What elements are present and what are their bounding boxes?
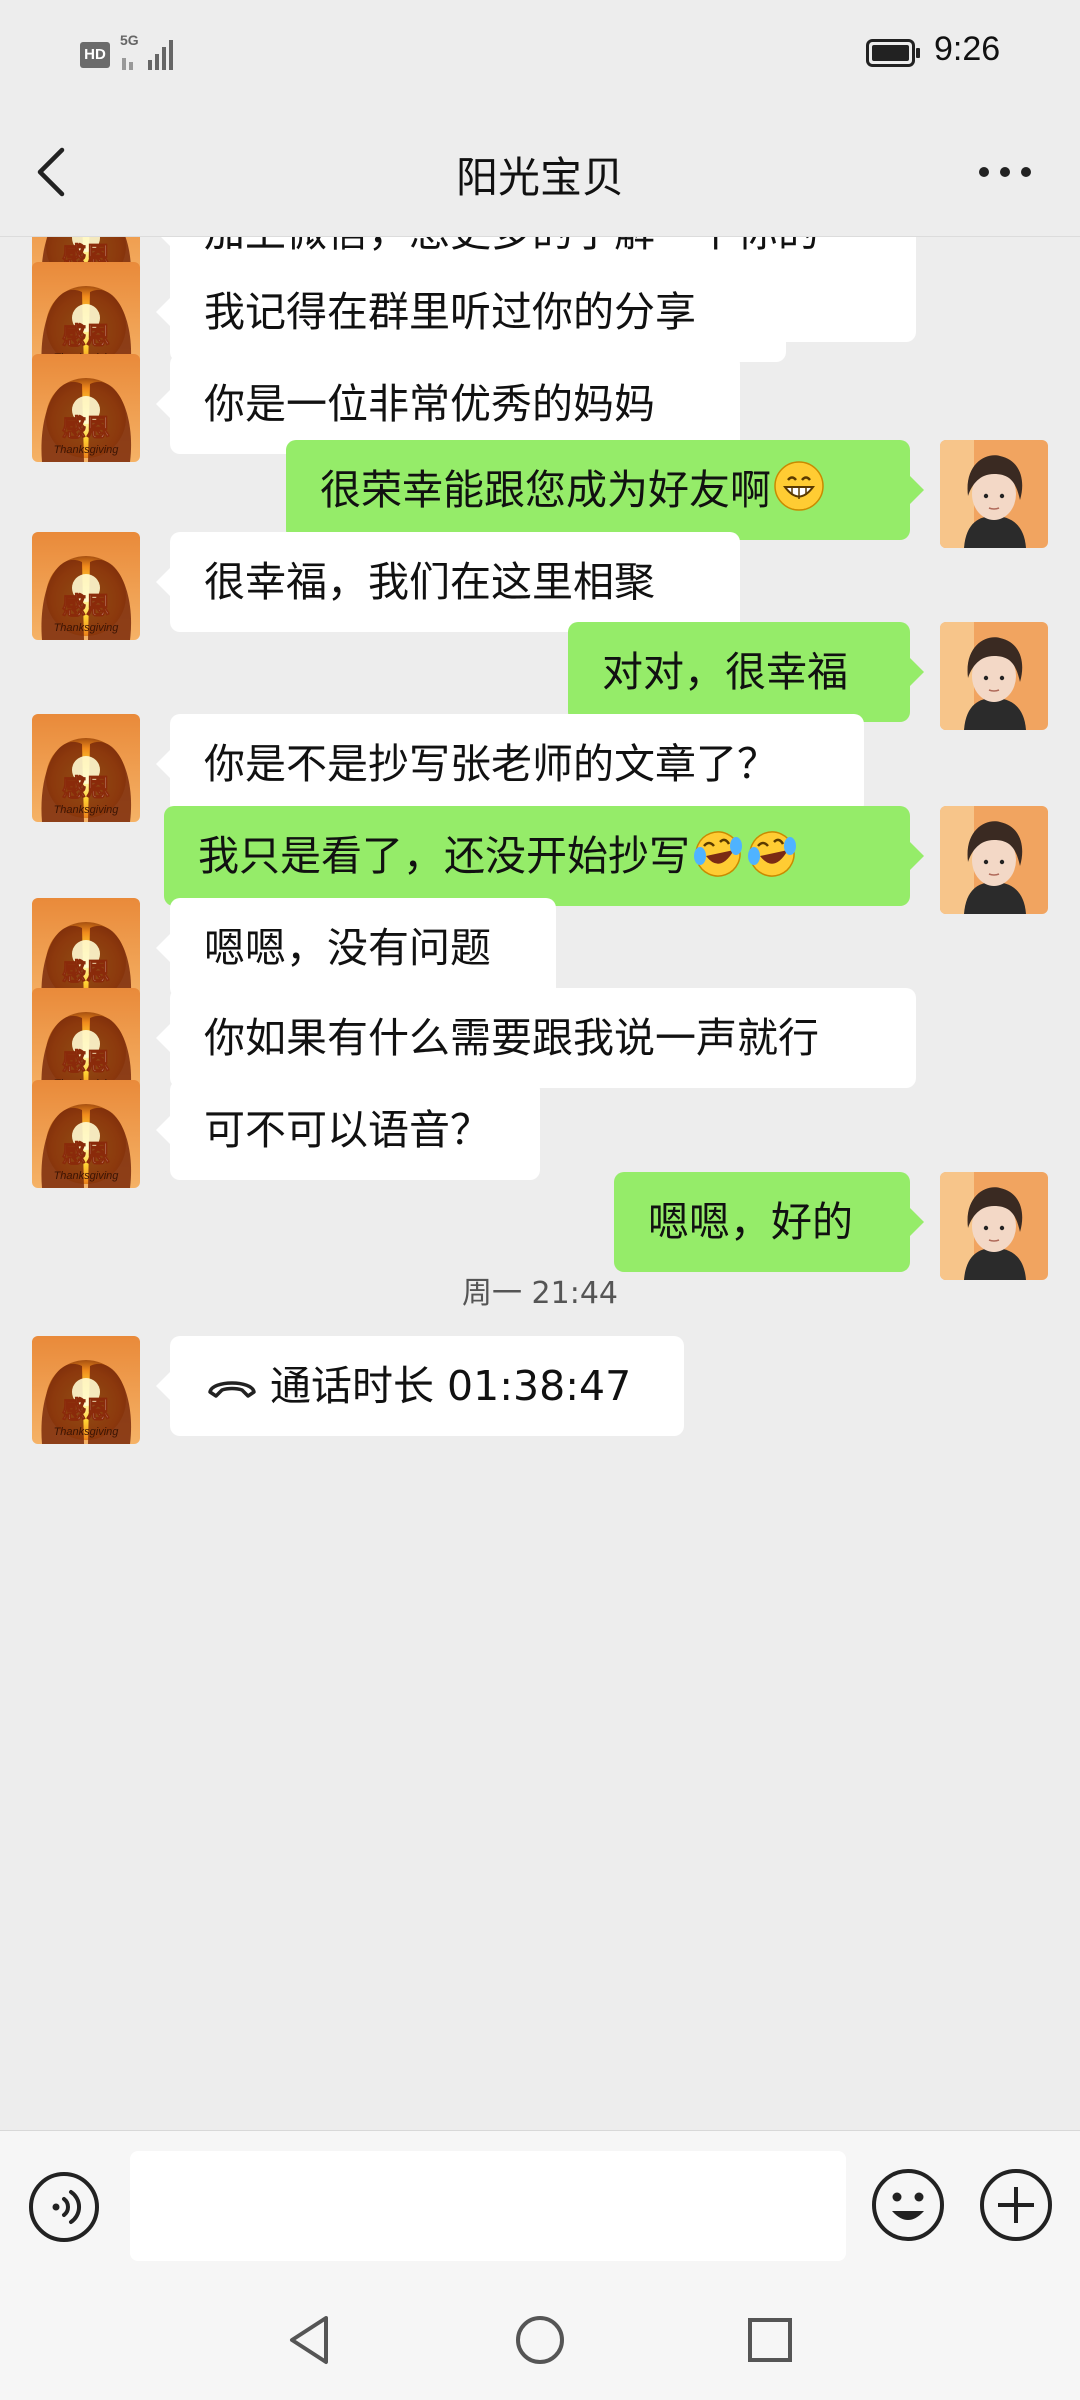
timestamp-divider: 周一 21:44 [462,1276,618,1311]
message-bubble[interactable]: 你是一位非常优秀的妈妈 [156,354,740,454]
status-bar: HD 5G 9:26 [0,0,1080,108]
message-bubble[interactable]: 对对，很幸福 [568,622,924,722]
chat-title: 阳光宝贝 [455,153,624,202]
phone-call-icon [208,1381,256,1398]
message-text: 我只是看了，还没开始抄写 [198,832,690,880]
call-duration-text: 通话时长 01:38:47 [270,1362,632,1410]
nav-back-icon[interactable] [280,2310,340,2370]
avatar-caption: 感恩 [62,1396,110,1424]
message-text: 你是不是抄写张老师的文章了？ [204,740,778,788]
avatar-caption: 感恩 [62,592,110,620]
contact-avatar[interactable]: 感恩 Thanksgiving [32,1336,140,1444]
message-text: 你是一位非常优秀的妈妈 [204,380,655,428]
voice-input-icon[interactable] [28,2171,100,2243]
message-bubble[interactable]: 嗯嗯，好的 [614,1172,924,1272]
message-bubble[interactable]: 我只是看了，还没开始抄写 [164,806,924,906]
message-text: 嗯嗯，好的 [648,1198,853,1246]
laughing-tears-emoji-icon [748,831,796,877]
avatar-subcaption: Thanksgiving [54,1426,120,1438]
avatar-caption: 感恩 [62,958,110,986]
plus-icon[interactable] [978,2167,1054,2243]
emoji-icon[interactable] [870,2167,946,2243]
message-bubble[interactable]: 很荣幸能跟您成为好友啊 [286,440,924,540]
grinning-emoji-icon [774,461,824,511]
nav-recent-apps-icon[interactable] [740,2310,800,2370]
message-text: 很荣幸能跟您成为好友啊 [320,466,771,514]
self-avatar[interactable] [940,1172,1048,1280]
message-text: 很幸福，我们在这里相聚 [204,558,655,606]
nav-home-icon[interactable] [510,2310,570,2370]
avatar-caption: 感恩 [62,774,110,802]
incoming-message: 感恩 Thanksgiving 通话时长 01:38:47 [0,1336,1080,1444]
more-options-icon[interactable] [970,136,1040,206]
message-bubble[interactable]: 很幸福，我们在这里相聚 [156,532,740,632]
hd-badge: HD [80,42,110,68]
signal-strength-icon [122,40,173,70]
call-record-bubble[interactable]: 通话时长 01:38:47 [156,1336,684,1436]
avatar-caption: 感恩 [62,1048,110,1076]
battery-icon [866,39,920,67]
avatar-caption: 感恩 [62,1140,110,1168]
message-bubble[interactable]: 你是不是抄写张老师的文章了？ [156,714,864,814]
message-text: 嗯嗯，没有问题 [204,924,491,972]
chat-header: 阳光宝贝 [0,108,1080,237]
message-text: 对对，很幸福 [602,648,848,696]
message-text: 可不可以语音？ [204,1106,491,1154]
avatar-caption: 感恩 [62,322,110,350]
message-bubble[interactable]: 你如果有什么需要跟我说一声就行 [156,988,916,1088]
message-list[interactable]: 感恩Thanksgiving加上微信，想更多的了解一下你的 情况感恩Thanks… [0,236,1080,2130]
laughing-tears-emoji-icon [694,831,742,877]
system-nav-bar [0,2280,1080,2400]
message-bubble[interactable]: 可不可以语音？ [156,1080,540,1180]
input-bar [0,2130,1080,2281]
message-bubble[interactable]: 嗯嗯，没有问题 [156,898,556,998]
avatar-caption: 感恩 [62,414,110,442]
status-clock: 9:26 [934,30,1001,68]
message-input[interactable] [130,2151,846,2261]
message-bubble[interactable]: 我记得在群里听过你的分享 [156,262,786,362]
outgoing-message: 嗯嗯，好的 [0,1172,1080,1280]
message-text: 我记得在群里听过你的分享 [204,288,696,336]
message-text: 你如果有什么需要跟我说一声就行 [204,1014,819,1062]
